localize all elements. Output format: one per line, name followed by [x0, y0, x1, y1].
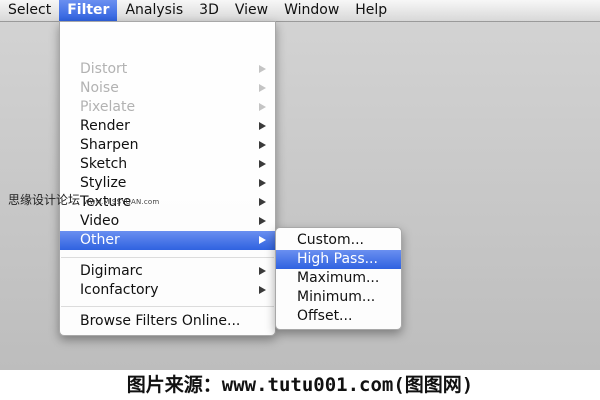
menu-select[interactable]: Select: [0, 0, 59, 21]
filter-item-sharpen[interactable]: Sharpen: [60, 136, 275, 155]
menu-filter[interactable]: Filter: [59, 0, 118, 21]
filter-item-browse-filters-online[interactable]: Browse Filters Online...: [60, 312, 275, 331]
filter-item-label: Iconfactory: [80, 282, 159, 298]
filter-item-label: Stylize: [80, 175, 127, 191]
submenu-arrow-icon: [259, 160, 266, 168]
filter-item-render[interactable]: Render: [60, 117, 275, 136]
site-watermark: 思缘设计论坛 www.MISSYUAN.com: [8, 191, 159, 208]
filter-item-video[interactable]: Video: [60, 212, 275, 231]
menu-analysis[interactable]: Analysis: [117, 0, 191, 21]
other-item-maximum[interactable]: Maximum...: [276, 269, 401, 288]
menu-separator: [61, 306, 274, 307]
filter-item-label: Render: [80, 118, 130, 134]
filter-item-digimarc[interactable]: Digimarc: [60, 262, 275, 281]
submenu-arrow-icon: [259, 267, 266, 275]
filter-item-iconfactory[interactable]: Iconfactory: [60, 281, 275, 300]
submenu-arrow-icon: [259, 141, 266, 149]
watermark-url: www.MISSYUAN.com: [83, 198, 160, 206]
filter-item-label: Sharpen: [80, 137, 139, 153]
other-item-offset[interactable]: Offset...: [276, 307, 401, 326]
filter-item-label: Pixelate: [80, 99, 136, 115]
submenu-arrow-icon: [259, 236, 266, 244]
filter-dropdown-menu: Distort Noise Pixelate Render Sharpen Sk…: [59, 21, 276, 336]
filter-item-other[interactable]: Other: [60, 231, 275, 250]
filter-item-label: Video: [80, 213, 120, 229]
other-item-custom[interactable]: Custom...: [276, 231, 401, 250]
menu-bar: Select Filter Analysis 3D View Window He…: [0, 0, 600, 22]
menu-3d[interactable]: 3D: [191, 0, 227, 21]
filter-item-label: Noise: [80, 80, 119, 96]
watermark-text: 思缘设计论坛: [8, 193, 81, 207]
filter-item-sketch[interactable]: Sketch: [60, 155, 275, 174]
submenu-arrow-icon: [259, 286, 266, 294]
filter-item-label: Distort: [80, 61, 128, 77]
filter-item-distort[interactable]: Distort: [60, 60, 275, 79]
other-item-minimum[interactable]: Minimum...: [276, 288, 401, 307]
submenu-arrow-icon: [259, 217, 266, 225]
filter-item-label: Sketch: [80, 156, 128, 172]
other-item-high-pass[interactable]: High Pass...: [276, 250, 401, 269]
submenu-arrow-icon: [259, 122, 266, 130]
submenu-arrow-icon: [259, 84, 266, 92]
filter-item-noise[interactable]: Noise: [60, 79, 275, 98]
filter-item-label: Browse Filters Online...: [80, 313, 241, 329]
menu-help[interactable]: Help: [347, 0, 395, 21]
filter-item-label: Other: [80, 232, 120, 248]
filter-item-pixelate[interactable]: Pixelate: [60, 98, 275, 117]
submenu-arrow-icon: [259, 198, 266, 206]
menu-view[interactable]: View: [227, 0, 276, 21]
menu-window[interactable]: Window: [276, 0, 347, 21]
submenu-arrow-icon: [259, 179, 266, 187]
menu-separator: [61, 257, 274, 258]
submenu-arrow-icon: [259, 65, 266, 73]
filter-item-label: Digimarc: [80, 263, 143, 279]
submenu-arrow-icon: [259, 103, 266, 111]
image-source-caption: 图片来源：www.tutu001.com(图图网): [0, 370, 600, 400]
other-submenu: Custom... High Pass... Maximum... Minimu…: [275, 227, 402, 330]
